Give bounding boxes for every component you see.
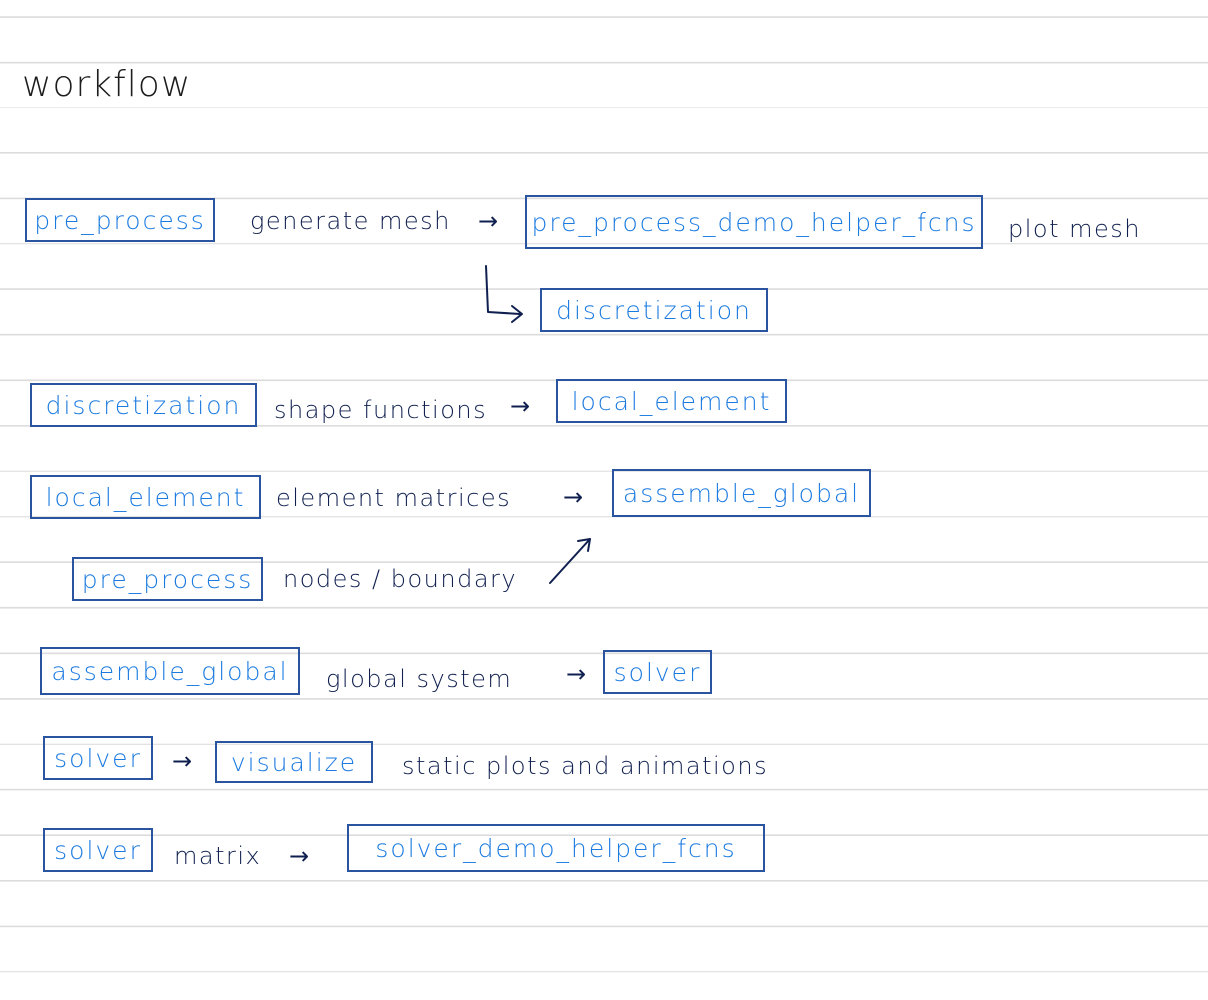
module-box-assemble-global: assemble_global [612,469,871,517]
note-generate-mesh: generate mesh [250,207,451,235]
module-box-local-element-source: local_element [30,475,261,519]
module-box-solver-matrix-source: solver [43,828,153,872]
module-box-pre-process-demo-helper-fcns: pre_process_demo_helper_fcns [525,195,983,249]
note-nodes-boundary: nodes / boundary [283,565,518,593]
arrow-right-icon: → [289,842,310,870]
module-box-visualize: visualize [215,741,373,783]
module-box-solver-source: solver [43,736,153,780]
page-title: workflow [22,64,192,105]
module-box-assemble-global-source: assemble_global [40,647,300,695]
module-box-pre-process: pre_process [25,198,215,242]
note-static-plots-and-animations: static plots and animations [402,752,769,780]
module-box-discretization-branch: discretization [540,288,768,332]
module-box-discretization: discretization [30,383,257,427]
arrow-right-icon: → [172,747,193,775]
note-matrix: matrix [174,842,262,870]
module-box-solver: solver [603,650,712,694]
arrow-right-icon: → [510,392,531,420]
arrow-right-icon: → [563,483,584,511]
arrow-right-icon: → [478,207,499,235]
module-box-solver-demo-helper-fcns: solver_demo_helper_fcns [347,824,765,872]
note-plot-mesh: plot mesh [1008,215,1141,243]
module-box-local-element: local_element [556,379,787,423]
arrow-right-icon: → [566,660,587,688]
note-global-system: global system [326,665,513,693]
module-box-pre-process-nodes: pre_process [72,557,263,601]
note-element-matrices: element matrices [276,484,512,512]
note-shape-functions: shape functions [274,396,488,424]
